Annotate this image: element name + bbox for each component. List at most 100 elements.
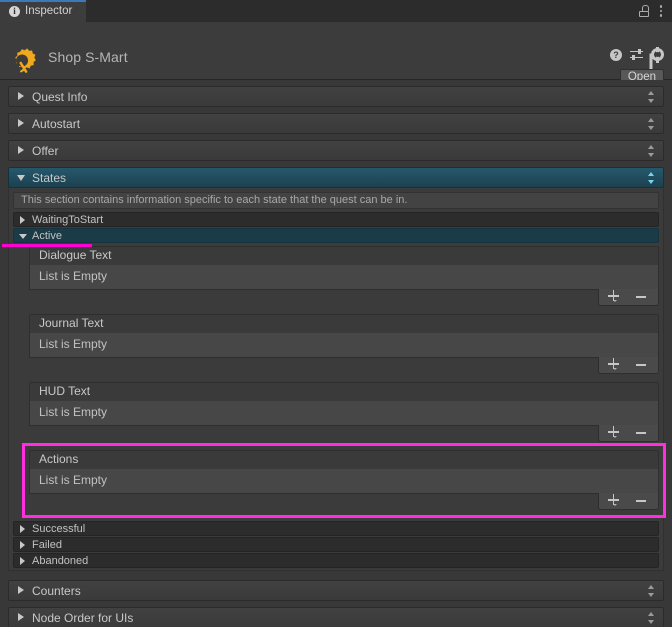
foldout-counters[interactable]: Counters (8, 580, 664, 601)
foldout-states[interactable]: States (8, 167, 664, 188)
list-footer (29, 357, 659, 375)
list-header-label: Journal Text (29, 314, 659, 333)
reorder-handle-icon[interactable] (647, 585, 656, 598)
reorder-handle-icon[interactable] (647, 145, 656, 158)
list-empty-text: List is Empty (29, 469, 659, 494)
reorder-handle-icon[interactable] (647, 118, 656, 131)
list-header-label: Actions (29, 450, 659, 469)
remove-list-item-button[interactable] (629, 425, 659, 441)
active-state-content: Dialogue Text List is Empty Journal Text… (13, 244, 666, 518)
chevron-right-icon (17, 146, 26, 155)
state-row-failed[interactable]: Failed (13, 537, 659, 552)
list-header-label: HUD Text (29, 382, 659, 401)
section-states: States (8, 167, 664, 188)
list-dialogue-text: Dialogue Text List is Empty (29, 246, 659, 307)
foldout-offer-label: Offer (32, 143, 59, 158)
preset-sliders-icon[interactable] (630, 48, 643, 61)
list-footer (29, 425, 659, 443)
tab-inspector-label: Inspector (25, 5, 73, 17)
chevron-right-icon (19, 216, 27, 224)
state-row-waitingtostart[interactable]: WaitingToStart (13, 212, 659, 227)
chevron-right-icon (17, 92, 26, 101)
foldout-counters-label: Counters (32, 583, 81, 598)
list-footer (29, 493, 659, 511)
chevron-right-icon (17, 613, 26, 622)
list-button-group (598, 493, 659, 510)
reorder-handle-icon[interactable] (647, 91, 656, 104)
states-help-text: This section contains information specif… (13, 192, 659, 209)
foldout-states-label: States (32, 170, 67, 185)
list-hud-text: HUD Text List is Empty (29, 382, 659, 443)
state-row-label: Successful (32, 522, 86, 535)
state-row-label: Abandoned (32, 554, 89, 567)
remove-list-item-button[interactable] (629, 289, 659, 305)
window-tab-bar: i Inspector (0, 0, 672, 22)
section-autostart: Autostart (8, 113, 664, 134)
foldout-autostart-label: Autostart (32, 116, 81, 131)
chevron-right-icon (19, 525, 27, 533)
state-row-abandoned[interactable]: Abandoned (13, 553, 659, 568)
list-button-group (598, 357, 659, 374)
add-list-item-button[interactable] (599, 493, 629, 509)
state-row-label: Active (32, 229, 62, 242)
add-list-item-button[interactable] (599, 289, 629, 305)
quest-gear-icon (15, 48, 36, 73)
lock-icon[interactable] (639, 5, 650, 17)
section-counters: Counters (8, 580, 664, 601)
reorder-handle-icon[interactable] (647, 172, 656, 185)
state-row-active[interactable]: Active (2, 228, 659, 247)
add-list-item-button[interactable] (599, 357, 629, 373)
state-row-label: WaitingToStart (32, 213, 104, 226)
gear-icon[interactable] (651, 48, 664, 61)
chevron-down-icon (613, 436, 617, 438)
inspector-window: i Inspector Shop S-Mart ? Open Quest Inf… (0, 0, 672, 627)
object-header: Shop S-Mart ? Open (0, 22, 672, 86)
list-empty-text: List is Empty (29, 401, 659, 426)
list-footer (29, 289, 659, 307)
kebab-menu-icon[interactable] (659, 5, 663, 18)
info-icon: i (9, 5, 20, 17)
foldout-offer[interactable]: Offer (8, 140, 664, 161)
foldout-quest-info[interactable]: Quest Info (8, 86, 664, 107)
chevron-right-icon (17, 586, 26, 595)
chevron-down-icon (16, 173, 26, 182)
header-icon-group: ? (610, 48, 664, 61)
foldout-node-order-label: Node Order for UIs (32, 610, 134, 625)
foldout-node-order-for-uis[interactable]: Node Order for UIs (8, 607, 664, 627)
section-quest-info: Quest Info (8, 86, 664, 107)
chevron-down-icon (18, 232, 27, 240)
help-icon[interactable]: ? (610, 48, 622, 61)
section-node-order: Node Order for UIs (8, 607, 664, 627)
list-actions: Actions List is Empty (22, 443, 666, 518)
tab-inspector[interactable]: i Inspector (0, 0, 87, 22)
foldout-quest-info-label: Quest Info (32, 89, 88, 104)
inspector-body: Quest Info Autostart Offer States This s… (0, 80, 672, 627)
chevron-right-icon (19, 541, 27, 549)
list-button-group (598, 289, 659, 306)
list-header-label: Dialogue Text (29, 246, 659, 265)
list-journal-text: Journal Text List is Empty (29, 314, 659, 375)
chevron-right-icon (17, 119, 26, 128)
states-panel: This section contains information specif… (2, 188, 666, 571)
window-controls (639, 0, 672, 22)
state-rows-bottom: Successful Failed Abandoned (13, 521, 659, 568)
add-list-item-button[interactable] (599, 425, 629, 441)
active-state-highlight-underline (2, 244, 92, 247)
reorder-handle-icon[interactable] (647, 612, 656, 625)
foldout-autostart[interactable]: Autostart (8, 113, 664, 134)
chevron-down-icon (613, 504, 617, 506)
section-offer: Offer (8, 140, 664, 161)
chevron-down-icon (613, 300, 617, 302)
page-title: Shop S-Mart (48, 49, 128, 65)
list-empty-text: List is Empty (29, 333, 659, 358)
tab-bar-spacer (86, 0, 639, 22)
list-button-group (598, 425, 659, 442)
chevron-down-icon (613, 368, 617, 370)
state-row-successful[interactable]: Successful (13, 521, 659, 536)
state-row-label: Failed (32, 538, 62, 551)
remove-list-item-button[interactable] (629, 357, 659, 373)
list-empty-text: List is Empty (29, 265, 659, 290)
chevron-right-icon (19, 557, 27, 565)
remove-list-item-button[interactable] (629, 493, 659, 509)
bottom-sections: Counters Node Order for UIs (0, 580, 672, 627)
